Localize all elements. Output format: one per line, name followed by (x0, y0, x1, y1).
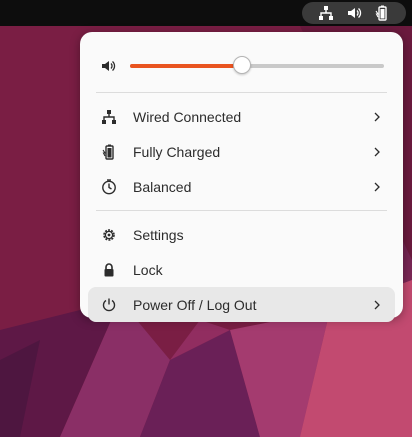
network-wired-icon (100, 108, 117, 125)
menu-item-battery[interactable]: Fully Charged (88, 134, 395, 169)
top-bar (0, 0, 412, 26)
power-icon (100, 296, 117, 313)
chevron-right-icon (374, 300, 380, 309)
volume-icon (102, 61, 116, 71)
gear-icon (100, 226, 117, 243)
battery-icon (100, 143, 117, 160)
action-group: Settings Lock Power Off / Log Out (88, 217, 395, 322)
menu-item-label: Balanced (133, 178, 192, 195)
menu-item-label: Lock (133, 261, 163, 278)
power-profile-icon (100, 178, 117, 195)
chevron-right-icon (374, 112, 380, 121)
volume-slider[interactable] (130, 56, 384, 74)
system-menu: Wired Connected Fully Charged Balanced S… (80, 32, 403, 322)
menu-item-power-off[interactable]: Power Off / Log Out (88, 287, 395, 322)
volume-slider-fill (130, 64, 242, 68)
chevron-right-icon (374, 182, 380, 191)
separator (96, 92, 387, 93)
network-wired-icon (312, 2, 340, 24)
chevron-right-icon (374, 147, 380, 156)
volume-row (88, 42, 395, 90)
status-group: Wired Connected Fully Charged Balanced (88, 99, 395, 204)
system-tray[interactable] (302, 2, 406, 24)
menu-item-power-mode[interactable]: Balanced (88, 169, 395, 204)
menu-item-settings[interactable]: Settings (88, 217, 395, 252)
menu-item-label: Wired Connected (133, 108, 242, 125)
menu-item-label: Settings (133, 226, 184, 243)
volume-icon (340, 2, 368, 24)
volume-slider-knob[interactable] (232, 56, 251, 74)
lock-icon (100, 261, 117, 278)
menu-item-lock[interactable]: Lock (88, 252, 395, 287)
menu-item-wired[interactable]: Wired Connected (88, 99, 395, 134)
battery-icon (368, 2, 396, 24)
menu-item-label: Fully Charged (133, 143, 221, 160)
separator (96, 210, 387, 211)
menu-item-label: Power Off / Log Out (133, 296, 257, 313)
